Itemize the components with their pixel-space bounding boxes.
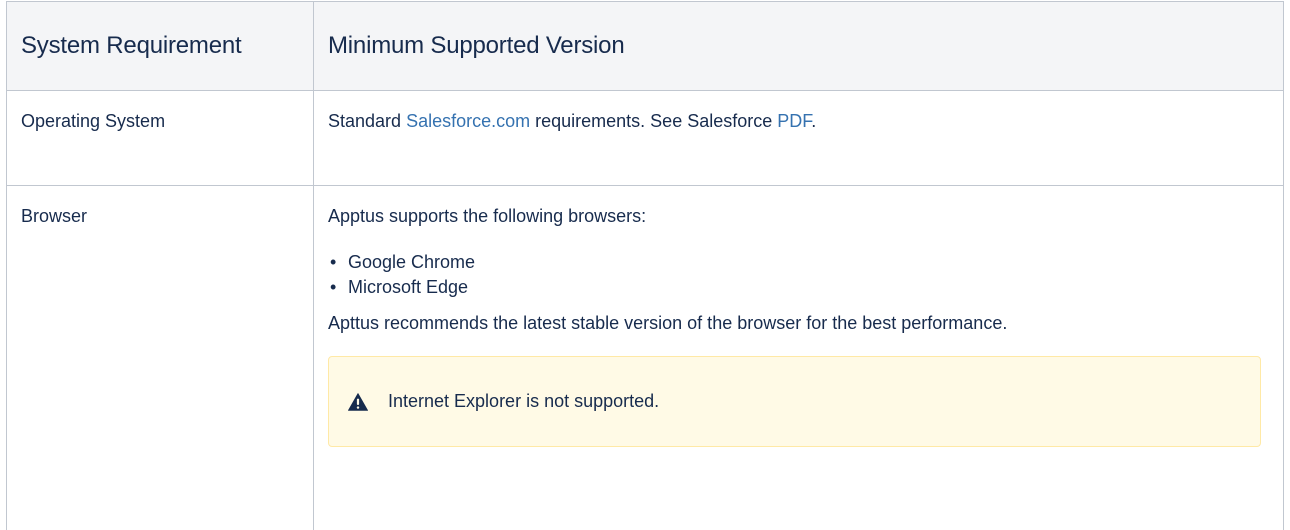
browser-intro-text: Apptus supports the following browsers: (328, 206, 647, 226)
salesforce-pdf-link[interactable]: PDF (777, 111, 811, 131)
warning-icon (348, 392, 368, 411)
table-header-row: System Requirement Minimum Supported Ver… (6, 1, 1284, 91)
bullet-icon: • (330, 252, 337, 272)
warning-text: Internet Explorer is not supported. (388, 391, 660, 411)
system-requirements-table: System Requirement Minimum Supported Ver… (6, 1, 1284, 530)
warning-panel: Internet Explorer is not supported. (328, 356, 1261, 447)
operating-system-label: Operating System (21, 111, 166, 131)
browser-label: Browser (21, 206, 88, 226)
browser-name: Google Chrome (348, 252, 476, 272)
page: System Requirement Minimum Supported Ver… (0, 0, 1290, 530)
browser-name: Microsoft Edge (348, 277, 469, 297)
browser-recommendation-text: Apttus recommends the latest stable vers… (328, 313, 1008, 333)
cell-browser-value: Apptus supports the following browsers: … (313, 185, 1284, 530)
header-minimum-supported-version: Minimum Supported Version (313, 1, 1284, 91)
list-item-microsoft-edge: • Microsoft Edge (330, 275, 1269, 300)
cell-operating-system-label: Operating System (6, 90, 314, 186)
os-text-before: Standard (328, 111, 407, 131)
cell-operating-system-value: Standard Salesforce.com requirements. Se… (313, 90, 1284, 186)
list-item-google-chrome: • Google Chrome (330, 250, 1269, 275)
bullet-icon: • (330, 277, 337, 297)
header-system-requirement: System Requirement (6, 1, 314, 91)
operating-system-requirement-text: Standard Salesforce.com requirements. Se… (328, 108, 1269, 135)
os-text-middle: requirements. See Salesforce (530, 111, 778, 131)
os-text-after: . (811, 111, 817, 131)
table-row-browser: Browser Apptus supports the following br… (6, 185, 1284, 530)
table-row-operating-system: Operating System Standard Salesforce.com… (6, 90, 1284, 186)
supported-browsers-list: • Google Chrome • Microsoft Edge (328, 250, 1269, 300)
salesforce-com-link[interactable]: Salesforce.com (406, 111, 530, 131)
cell-browser-label: Browser (6, 185, 314, 530)
